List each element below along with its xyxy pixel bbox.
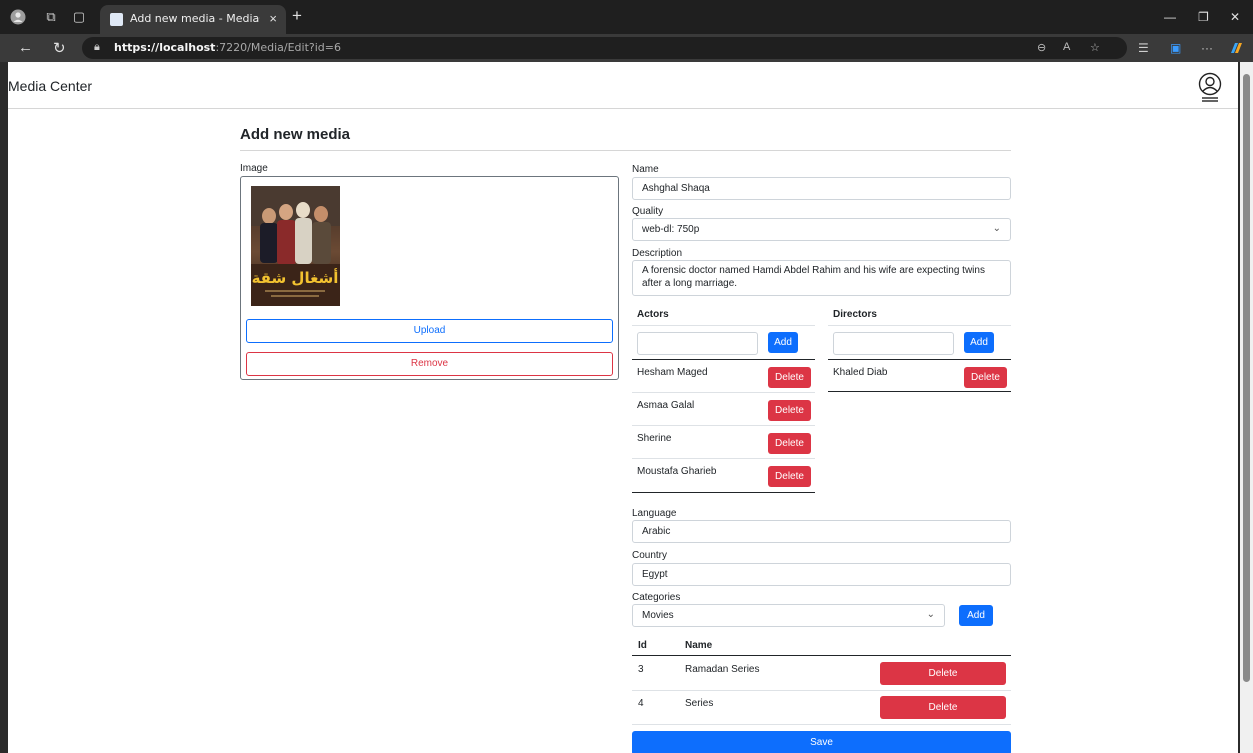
language-input[interactable]	[632, 520, 1011, 543]
add-category-button[interactable]: Add	[959, 605, 993, 626]
title-divider	[240, 150, 1011, 151]
favorites-icon[interactable]: ☰	[1138, 41, 1149, 55]
image-label: Image	[240, 163, 268, 174]
country-input[interactable]	[632, 563, 1011, 586]
refresh-icon[interactable]: ↻	[53, 39, 66, 57]
delete-actor-button[interactable]: Delete	[768, 433, 811, 454]
workspaces-icon[interactable]: ⧉	[43, 9, 59, 25]
quality-label: Quality	[632, 206, 664, 217]
profile-icon[interactable]	[10, 9, 26, 25]
actor-name: Asmaa Galal	[637, 400, 695, 411]
directors-body-divider	[828, 359, 1011, 360]
categories-col-name: Name	[685, 640, 713, 651]
actors-bottom-divider	[632, 492, 815, 493]
page-title: Add new media	[240, 126, 351, 143]
actors-body-divider	[632, 359, 815, 360]
upload-button[interactable]: Upload	[246, 319, 613, 343]
url-text: https://localhost:7220/Media/Edit?id=6	[114, 41, 341, 54]
categories-select[interactable]: Movies ⌄	[632, 604, 945, 627]
copilot-icon[interactable]	[1229, 41, 1243, 58]
remove-button[interactable]: Remove	[246, 352, 613, 376]
directors-bottom-divider	[828, 391, 1011, 392]
browser-titlebar: ⧉ ▢ Add new media - MediaCenterAd × + — …	[0, 0, 1253, 34]
browser-tab[interactable]: Add new media - MediaCenterAd ×	[100, 5, 286, 34]
page-scrollbar[interactable]	[1240, 62, 1253, 753]
poster-title-text: أشغال شقة	[252, 268, 339, 287]
add-actor-button[interactable]: Add	[768, 332, 798, 353]
description-textarea[interactable]: A forensic doctor named Hamdi Abdel Rahi…	[632, 260, 1011, 296]
quality-select[interactable]: web-dl: 750p ⌄	[632, 218, 1011, 241]
actor-name: Moustafa Gharieb	[637, 466, 717, 477]
navbar: Media Center	[8, 62, 1238, 109]
restore-icon[interactable]: ❐	[1198, 10, 1209, 24]
window-close-icon[interactable]: ✕	[1230, 10, 1240, 24]
language-label: Language	[632, 508, 677, 519]
save-button[interactable]: Save	[632, 731, 1011, 753]
category-id: 4	[638, 698, 644, 709]
actors-header-divider	[632, 325, 815, 326]
actor-row-divider	[632, 458, 815, 459]
actor-name: Hesham Maged	[637, 367, 708, 378]
directors-header: Directors	[833, 309, 877, 320]
category-row-divider	[632, 690, 1011, 691]
name-input[interactable]	[632, 177, 1011, 200]
directors-header-divider	[828, 325, 1011, 326]
categories-header-divider	[632, 655, 1011, 656]
description-label: Description	[632, 248, 683, 259]
actors-header: Actors	[637, 309, 669, 320]
minimize-icon[interactable]: —	[1164, 10, 1176, 24]
delete-director-button[interactable]: Delete	[964, 367, 1007, 388]
director-input[interactable]	[833, 332, 954, 355]
tab-close-icon[interactable]: ×	[269, 11, 277, 26]
page-favicon-icon	[110, 13, 123, 26]
categories-col-id: Id	[638, 640, 647, 651]
poster-image: أشغال شقة	[251, 186, 340, 306]
lock-icon[interactable]: 🔒︎	[94, 41, 100, 54]
new-tab-button[interactable]: +	[292, 6, 302, 26]
back-icon[interactable]: ←	[18, 39, 33, 56]
categories-label: Categories	[632, 592, 681, 603]
category-id: 3	[638, 664, 644, 675]
address-bar[interactable]: 🔒︎ https://localhost:7220/Media/Edit?id=…	[82, 37, 1127, 59]
brand-link[interactable]: Media Center	[8, 78, 92, 94]
read-aloud-icon[interactable]: A	[1063, 41, 1070, 53]
image-card: أشغال شقة Upload Remove	[240, 176, 619, 380]
favorite-star-icon[interactable]: ☆	[1090, 41, 1100, 54]
tab-title: Add new media - MediaCenterAd	[130, 12, 260, 25]
chevron-down-icon: ⌄	[992, 223, 1001, 234]
delete-actor-button[interactable]: Delete	[768, 367, 811, 388]
actor-input[interactable]	[637, 332, 758, 355]
collections-icon[interactable]: ▣	[1170, 41, 1181, 55]
page-viewport: Media Center Add new media Image أشغال ش…	[8, 62, 1238, 753]
actor-row-divider	[632, 425, 815, 426]
quality-selected-value: web-dl: 750p	[642, 224, 700, 235]
category-name: Ramadan Series	[685, 664, 760, 675]
zoom-icon[interactable]: ⊖	[1037, 41, 1046, 54]
actor-row-divider	[632, 392, 815, 393]
user-account-icon[interactable]	[1198, 72, 1222, 102]
category-name: Series	[685, 698, 714, 709]
scrollbar-thumb[interactable]	[1243, 74, 1250, 682]
delete-actor-button[interactable]: Delete	[768, 400, 811, 421]
tab-actions-icon[interactable]: ▢	[71, 9, 87, 25]
categories-selected-value: Movies	[642, 610, 674, 621]
director-name: Khaled Diab	[833, 367, 888, 378]
actor-name: Sherine	[637, 433, 672, 444]
address-toolbar: ← ↻ 🔒︎ https://localhost:7220/Media/Edit…	[0, 34, 1253, 62]
add-director-button[interactable]: Add	[964, 332, 994, 353]
country-label: Country	[632, 550, 668, 561]
more-menu-icon[interactable]: ···	[1201, 41, 1213, 55]
delete-category-button[interactable]: Delete	[880, 696, 1006, 719]
name-label: Name	[632, 164, 659, 175]
delete-actor-button[interactable]: Delete	[768, 466, 811, 487]
delete-category-button[interactable]: Delete	[880, 662, 1006, 685]
chevron-down-icon: ⌄	[926, 609, 935, 620]
category-row-divider	[632, 724, 1011, 725]
